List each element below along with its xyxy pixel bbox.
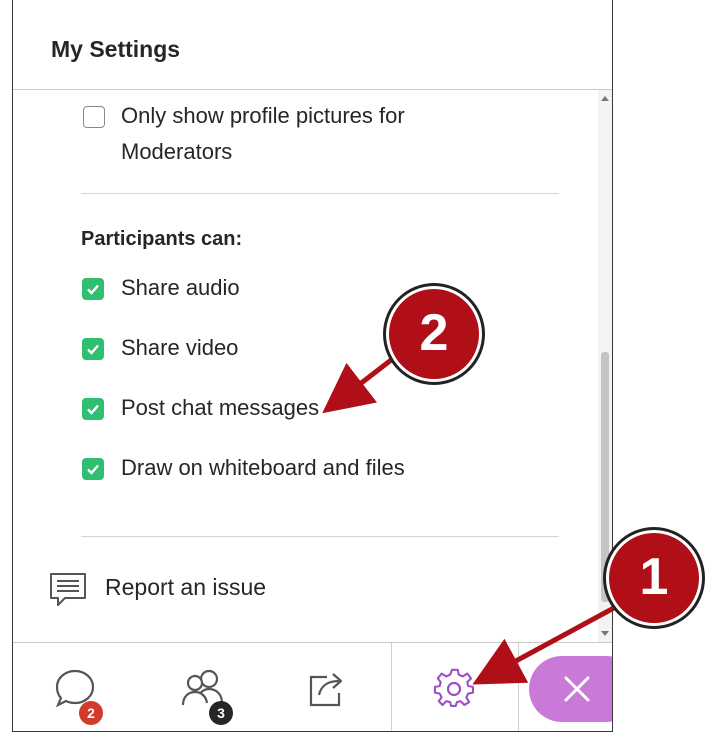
report-issue-label: Report an issue <box>105 574 267 600</box>
callout-1: 1 <box>606 530 702 626</box>
profile-pictures-checkbox[interactable] <box>83 106 105 128</box>
share-audio-checkbox[interactable] <box>82 278 104 300</box>
draw-on-whiteboard-label: Draw on whiteboard and files <box>121 455 405 480</box>
settings-tab[interactable] <box>391 643 519 731</box>
share-video-checkbox[interactable] <box>82 338 104 360</box>
check-icon <box>87 404 99 415</box>
share-video-label: Share video <box>121 335 239 360</box>
settings-panel: My Settings Only show profile pictures f… <box>12 0 613 732</box>
scroll-up-arrow[interactable] <box>601 96 609 101</box>
share-content-tab[interactable] <box>265 643 391 731</box>
check-icon <box>87 464 99 475</box>
chat-tab[interactable]: 2 <box>13 643 139 731</box>
close-icon <box>564 676 590 702</box>
footer-toolbar: 2 3 <box>13 642 612 731</box>
check-icon <box>87 344 99 355</box>
profile-pictures-label-line2: Moderators <box>121 139 233 164</box>
leave-session-button[interactable] <box>529 656 612 722</box>
callout-2: 2 <box>386 286 482 382</box>
participants-heading: Participants can: <box>81 228 243 250</box>
post-chat-messages-checkbox[interactable] <box>82 398 104 420</box>
settings-scroll-area[interactable]: Only show profile pictures for Moderator… <box>13 90 599 642</box>
profile-pictures-label-line1: Only show profile pictures for <box>121 103 405 128</box>
panel-title: My Settings <box>51 36 181 62</box>
report-issue-link[interactable]: Report an issue <box>49 572 266 608</box>
attendees-tab[interactable]: 3 <box>139 643 265 731</box>
feedback-icon <box>50 573 86 606</box>
scroll-down-arrow[interactable] <box>601 631 609 636</box>
check-icon <box>87 284 99 295</box>
attendees-badge: 3 <box>209 701 233 725</box>
divider <box>81 536 559 537</box>
chat-badge: 2 <box>79 701 103 725</box>
gear-icon <box>433 668 474 707</box>
share-content-icon <box>309 673 343 707</box>
share-audio-label: Share audio <box>121 275 240 300</box>
panel-header: My Settings <box>13 0 612 90</box>
draw-on-whiteboard-checkbox[interactable] <box>82 458 104 480</box>
post-chat-messages-label: Post chat messages <box>121 395 320 420</box>
divider <box>81 193 559 194</box>
